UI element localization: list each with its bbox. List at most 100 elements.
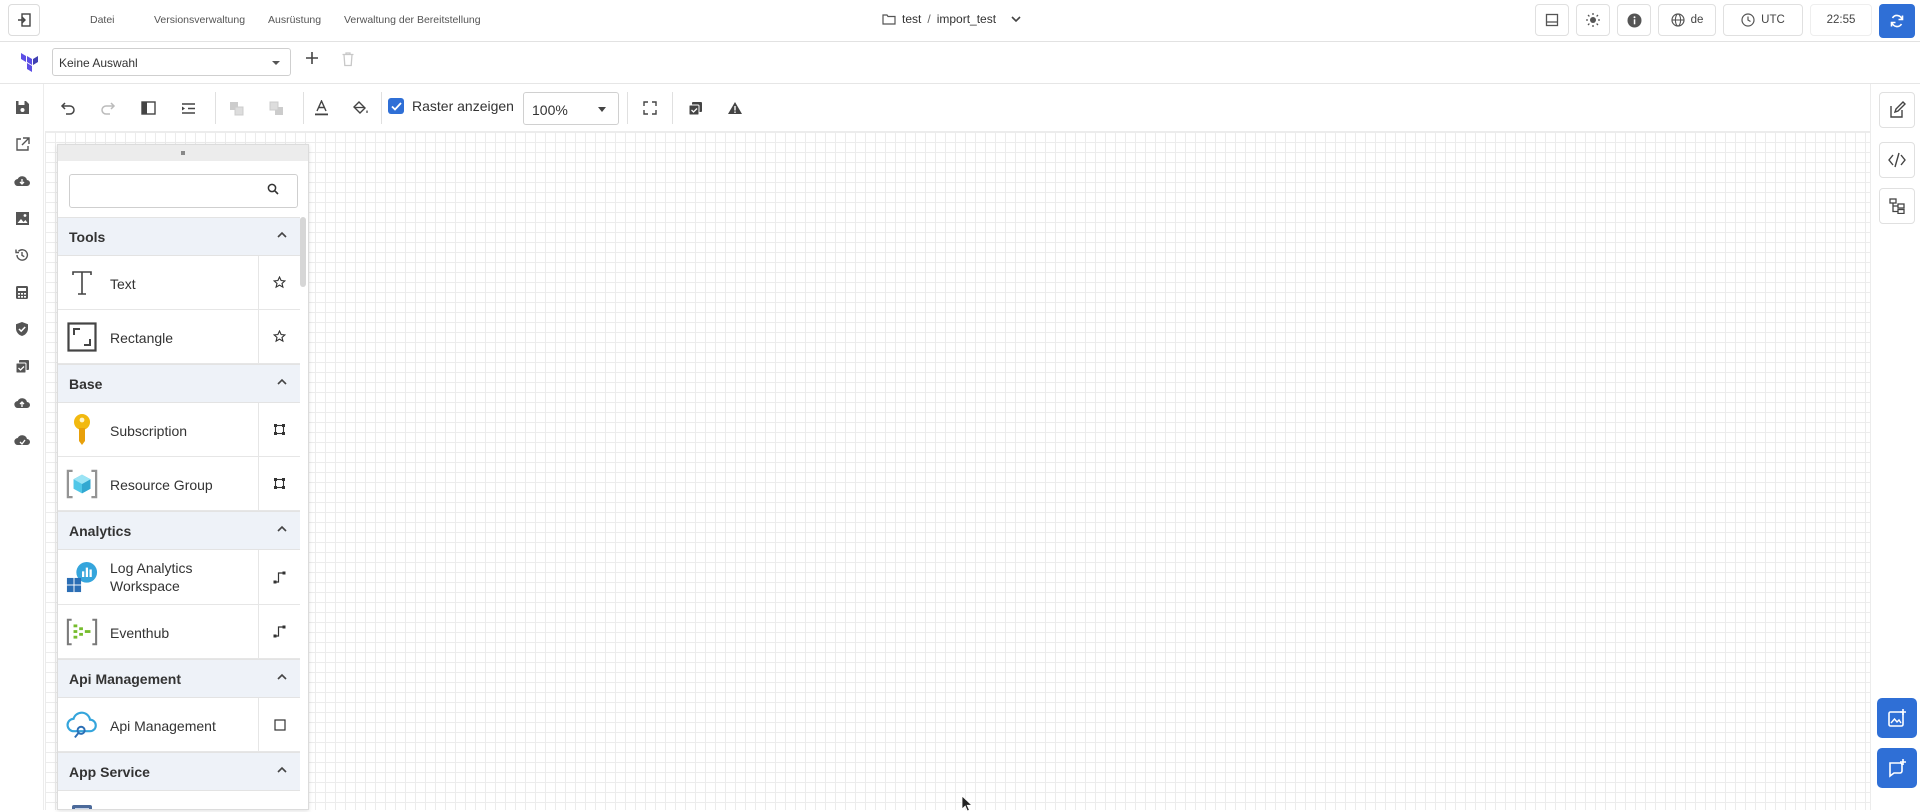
favorite-button[interactable] [258, 256, 300, 309]
fill-color-icon[interactable] [351, 98, 371, 118]
project-selector[interactable]: test / import_test [882, 12, 1022, 26]
theme-toggle-button[interactable] [1576, 4, 1610, 36]
menu-version-control[interactable]: Versionsverwaltung [154, 14, 245, 26]
editor-toolbar: Raster anzeigen 100% [45, 84, 1870, 132]
palette-drag-handle[interactable] [58, 145, 308, 161]
palette-item-text[interactable]: Text [58, 256, 300, 310]
redo-icon[interactable] [98, 98, 118, 118]
square-icon [273, 718, 286, 731]
connector-button[interactable] [258, 605, 300, 658]
palette-item-log-analytics-workspace[interactable]: Log Analytics Workspace [58, 550, 300, 605]
calculator-icon[interactable] [13, 283, 31, 301]
code-view-button[interactable] [1879, 142, 1915, 178]
shape-button[interactable] [258, 698, 300, 751]
palette-item-api-management[interactable]: Api Management [58, 698, 300, 752]
sync-icon [1890, 14, 1904, 28]
add-button[interactable] [304, 50, 320, 66]
connector-icon [273, 571, 286, 583]
save-icon[interactable] [13, 98, 31, 116]
ai-chat-button[interactable] [1877, 748, 1917, 788]
zoom-value: 100% [532, 102, 568, 118]
ai-chat-icon [1889, 759, 1906, 778]
validate-copy-icon[interactable] [685, 98, 705, 118]
palette-search-input[interactable] [69, 174, 298, 208]
chevron-up-icon [277, 231, 287, 238]
item-label: Api Management [110, 718, 216, 734]
menu-file[interactable]: Datei [90, 14, 115, 26]
palette-item-resource-group[interactable]: Resource Group [58, 457, 300, 511]
image-export-icon[interactable] [13, 209, 31, 227]
text-tool-icon [66, 267, 98, 299]
container-button[interactable] [258, 403, 300, 456]
edit-document-button[interactable] [1879, 92, 1915, 128]
item-label: Eventhub [110, 625, 170, 641]
connector-button[interactable] [258, 550, 300, 604]
palette-scrollbar[interactable] [300, 217, 306, 287]
world-clock-icon [1741, 13, 1755, 27]
show-grid-checkbox[interactable] [388, 98, 404, 114]
category-base[interactable]: Base [58, 364, 300, 403]
delete-button[interactable] [341, 51, 355, 67]
left-icon-rail [0, 84, 44, 810]
font-color-icon[interactable] [311, 98, 331, 118]
warning-icon[interactable] [725, 98, 745, 118]
cloud-sync-icon[interactable] [13, 431, 31, 449]
bring-to-front-icon[interactable] [226, 98, 246, 118]
show-grid-toggle[interactable]: Raster anzeigen [388, 98, 514, 114]
project-folder: test [902, 12, 922, 26]
sidebar-toggle-icon[interactable] [138, 98, 158, 118]
grip-icon [181, 151, 185, 155]
sync-button[interactable] [1879, 4, 1915, 38]
category-label: Api Management [69, 671, 182, 687]
exit-icon [18, 13, 31, 27]
cloud-upload-icon[interactable] [13, 394, 31, 412]
shield-check-icon[interactable] [13, 320, 31, 338]
folder-icon [882, 14, 896, 25]
favorite-button[interactable] [258, 310, 300, 363]
export-icon[interactable] [13, 135, 31, 153]
category-label: Tools [69, 229, 106, 245]
menu-equipment[interactable]: Ausrüstung [268, 14, 321, 26]
diagram-canvas[interactable] [45, 132, 1870, 810]
category-app-service[interactable]: App Service [58, 752, 300, 791]
palette-item-partial[interactable] [58, 791, 300, 809]
fullscreen-icon[interactable] [640, 98, 660, 118]
trash-icon [342, 52, 354, 67]
cloud-download-icon[interactable] [13, 172, 31, 190]
category-api-management[interactable]: Api Management [58, 659, 300, 698]
category-analytics[interactable]: Analytics [58, 511, 300, 550]
star-icon [273, 330, 286, 343]
tree-view-button[interactable] [1879, 188, 1915, 224]
menu-deployment-management[interactable]: Verwaltung der Bereitstellung [344, 14, 481, 26]
history-icon[interactable] [13, 246, 31, 264]
send-to-back-icon[interactable] [266, 98, 286, 118]
exit-button[interactable] [8, 4, 40, 36]
undo-icon[interactable] [58, 98, 78, 118]
outline-icon[interactable] [178, 98, 198, 118]
tree-icon [1889, 198, 1905, 214]
timezone-selector[interactable]: UTC [1723, 4, 1803, 36]
palette-item-subscription[interactable]: Subscription [58, 403, 300, 457]
chevron-down-icon [1011, 16, 1021, 23]
panel-toggle-button[interactable] [1535, 4, 1569, 36]
category-label: Base [69, 376, 103, 392]
terraform-logo-icon [20, 52, 40, 72]
zoom-select[interactable]: 100% [523, 92, 619, 125]
shape-palette: Tools Text Rectangle Base Subscription R… [57, 144, 309, 810]
element-select[interactable]: Keine Auswahl [52, 48, 291, 76]
info-button[interactable] [1617, 4, 1651, 36]
palette-item-eventhub[interactable]: Eventhub [58, 605, 300, 659]
palette-item-rectangle[interactable]: Rectangle [58, 310, 300, 364]
language-selector[interactable]: de [1658, 4, 1716, 36]
chevron-up-icon [277, 673, 287, 680]
plus-icon [306, 52, 318, 64]
category-tools[interactable]: Tools [58, 217, 300, 256]
edit-document-icon [1890, 101, 1906, 118]
copy-check-icon[interactable] [13, 357, 31, 375]
ai-assistant-button[interactable] [1877, 698, 1917, 738]
item-label: Resource Group [110, 477, 213, 493]
service-plan-icon [66, 802, 98, 809]
container-button[interactable] [258, 457, 300, 510]
rectangle-tool-icon [66, 321, 98, 353]
language-label: de [1690, 14, 1704, 26]
